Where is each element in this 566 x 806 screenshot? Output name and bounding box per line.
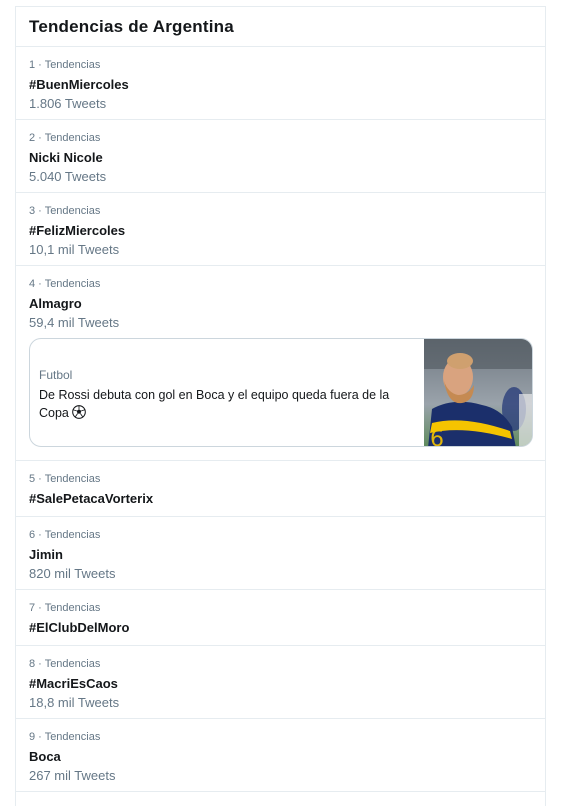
trend-rank: 3 · Tendencias [29, 205, 101, 217]
trend-item[interactable]: 2 · Tendencias Nicki Nicole 5.040 Tweets [16, 120, 545, 193]
trend-tweet-count: 18,8 mil Tweets [29, 695, 120, 710]
news-category: Futbol [39, 368, 73, 382]
trend-rank: 9 · Tendencias [29, 731, 101, 743]
trend-name: #SalePetacaVorterix [29, 491, 154, 506]
panel-title: Tendencias de Argentina [16, 7, 545, 47]
news-thumbnail-image: 6 [424, 339, 532, 447]
news-headline-text: De Rossi debuta con gol en Boca y el equ… [39, 388, 390, 420]
trend-name: Nicki Nicole [29, 150, 103, 165]
trend-name: #MacriEsCaos [29, 676, 118, 691]
trend-tweet-count: 59,4 mil Tweets [29, 315, 120, 330]
trend-tweet-count: 10,1 mil Tweets [29, 242, 120, 257]
trend-tweet-count: 1.806 Tweets [29, 96, 107, 111]
trend-item[interactable]: 7 · Tendencias #ElClubDelMoro [16, 590, 545, 646]
svg-text:6: 6 [430, 427, 444, 447]
trend-tweet-count: 267 mil Tweets [29, 768, 116, 783]
trends-panel: Tendencias de Argentina 1 · Tendencias #… [15, 6, 546, 806]
trend-name: Almagro [29, 296, 82, 311]
trend-tweet-count: 5.040 Tweets [29, 169, 107, 184]
trend-rank: 1 · Tendencias [29, 59, 101, 71]
trend-name: #FelizMiercoles [29, 223, 126, 238]
trend-item[interactable]: 4 · Tendencias Almagro 59,4 mil Tweets F… [16, 266, 545, 461]
trend-tweet-count: 820 mil Tweets [29, 566, 116, 581]
news-card[interactable]: Futbol De Rossi debuta con gol en Boca y… [29, 338, 533, 447]
news-text: Futbol De Rossi debuta con gol en Boca y… [39, 368, 419, 422]
trend-name: Boca [29, 749, 61, 764]
trend-item[interactable]: 9 · Tendencias Boca 267 mil Tweets [16, 719, 545, 792]
trend-item[interactable]: 8 · Tendencias #MacriEsCaos 18,8 mil Twe… [16, 646, 545, 719]
trend-rank: 5 · Tendencias [29, 473, 101, 485]
trend-rank: 6 · Tendencias [29, 529, 101, 541]
trend-rank: 2 · Tendencias [29, 132, 101, 144]
news-headline: De Rossi debuta con gol en Boca y el equ… [39, 386, 419, 422]
trend-name: #ElClubDelMoro [29, 620, 130, 635]
trend-rank: 4 · Tendencias [29, 278, 101, 290]
trend-rank: 8 · Tendencias [29, 658, 101, 670]
trend-item[interactable]: 1 · Tendencias #BuenMiercoles 1.806 Twee… [16, 47, 545, 120]
trend-name: #BuenMiercoles [29, 77, 129, 92]
soccer-ball-icon [72, 405, 86, 419]
trend-item[interactable]: 5 · Tendencias #SalePetacaVorterix [16, 461, 545, 517]
trend-item[interactable]: 3 · Tendencias #FelizMiercoles 10,1 mil … [16, 193, 545, 266]
trend-item[interactable]: 6 · Tendencias Jimin 820 mil Tweets [16, 517, 545, 590]
trend-rank: 7 · Tendencias [29, 602, 101, 614]
trend-name: Jimin [29, 547, 63, 562]
